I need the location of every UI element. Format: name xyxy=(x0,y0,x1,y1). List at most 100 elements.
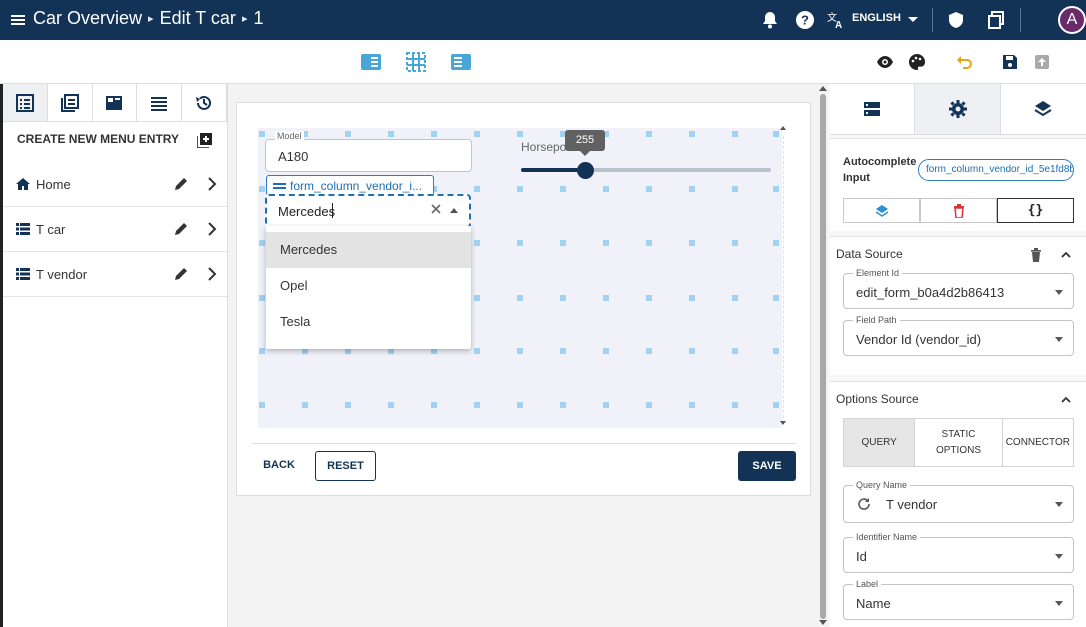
divider xyxy=(932,8,933,32)
chevron-right-icon[interactable] xyxy=(204,266,220,282)
tab-menu-list[interactable] xyxy=(3,84,48,121)
trash-icon[interactable] xyxy=(1030,248,1042,262)
breadcrumb-item[interactable]: Edit T car xyxy=(160,8,236,29)
option-mercedes[interactable]: Mercedes xyxy=(266,232,471,268)
grid-dot xyxy=(517,131,523,137)
grid-dot xyxy=(388,131,394,137)
identifier-name-select[interactable]: Identifier Name Id xyxy=(843,532,1074,573)
clear-icon[interactable] xyxy=(430,203,442,215)
component-chip[interactable]: form_column_vendor_i... xyxy=(266,175,434,196)
editor-scrollbar-thumb[interactable] xyxy=(820,94,826,619)
horsepower-slider-thumb[interactable] xyxy=(577,162,594,179)
label-select[interactable]: Label Name xyxy=(843,579,1074,620)
menu-item-t-vendor[interactable]: T vendor xyxy=(3,252,227,297)
field-path-select[interactable]: Field Path Vendor Id (vendor_id) xyxy=(843,315,1074,356)
menu-item-home[interactable]: Home xyxy=(3,162,227,207)
data-source-title: Data Source xyxy=(836,247,903,261)
save-icon[interactable] xyxy=(1001,53,1019,71)
save-button[interactable]: SAVE xyxy=(738,451,796,481)
shield-icon[interactable] xyxy=(946,10,966,30)
chevron-up-icon[interactable] xyxy=(1060,250,1072,258)
delete-component-button[interactable] xyxy=(920,198,997,223)
help-icon[interactable]: ? xyxy=(795,10,815,30)
reset-button[interactable]: RESET xyxy=(315,451,376,481)
sidebar-layout-icon[interactable] xyxy=(360,52,382,72)
dropdown-arrow-icon xyxy=(1055,290,1063,295)
copy-icon[interactable] xyxy=(986,10,1006,30)
eye-icon[interactable] xyxy=(876,53,894,71)
pencil-icon[interactable] xyxy=(173,266,189,282)
grid-dot xyxy=(646,131,652,137)
component-id-chip[interactable]: form_column_vendor_id_5e1fd8b xyxy=(918,159,1074,181)
form-actions-divider xyxy=(251,443,797,444)
tab-layers[interactable] xyxy=(1001,84,1086,134)
breadcrumb-item[interactable]: Car Overview xyxy=(33,8,142,29)
avatar[interactable]: A xyxy=(1058,6,1086,34)
model-field-label: Model xyxy=(275,131,304,141)
hamburger-icon[interactable] xyxy=(11,13,25,27)
refresh-icon[interactable] xyxy=(857,497,871,511)
breadcrumb: Car Overview ▸ Edit T car ▸ 1 xyxy=(33,8,263,29)
element-id-select[interactable]: Element Id edit_form_b0a4d2b86413 xyxy=(843,268,1074,309)
grid-dot xyxy=(560,186,566,192)
translate-icon[interactable]: 文A xyxy=(826,10,846,30)
scroll-up-icon[interactable] xyxy=(819,86,827,91)
palette-icon[interactable] xyxy=(908,53,926,71)
properties-tabs xyxy=(830,84,1086,135)
segment-static-options[interactable]: STATIC OPTIONS xyxy=(915,419,1003,466)
add-menu-entry-icon[interactable] xyxy=(197,133,212,148)
svg-text:?: ? xyxy=(801,13,809,28)
history-icon xyxy=(196,95,212,110)
dropdown-arrow-icon xyxy=(1055,601,1063,606)
segment-connector[interactable]: CONNECTOR xyxy=(1003,419,1073,466)
tab-pages[interactable] xyxy=(48,84,93,121)
menu-item-t-car[interactable]: T car xyxy=(3,207,227,252)
grid-dot xyxy=(259,240,265,246)
chevron-up-icon[interactable] xyxy=(1060,395,1072,403)
horsepower-value-tooltip: 255 xyxy=(565,130,605,151)
tab-layout[interactable] xyxy=(93,84,138,121)
panel-layout-icon[interactable] xyxy=(450,52,472,72)
left-panel-tabs xyxy=(3,84,227,122)
grid-dot xyxy=(474,240,480,246)
canvas-scrollbar[interactable] xyxy=(778,126,788,426)
pencil-icon[interactable] xyxy=(173,176,189,192)
chevron-up-icon[interactable] xyxy=(450,208,458,213)
segment-query[interactable]: QUERY xyxy=(844,419,916,466)
bell-icon[interactable] xyxy=(760,10,780,30)
undo-icon[interactable] xyxy=(956,53,974,71)
tab-settings[interactable] xyxy=(915,84,1001,134)
query-name-select[interactable]: Query Name T vendor xyxy=(843,480,1074,523)
scroll-up-icon[interactable] xyxy=(780,126,786,130)
element-id-value: edit_form_b0a4d2b86413 xyxy=(856,285,1005,300)
grid-icon[interactable] xyxy=(405,52,427,72)
grid-dot xyxy=(689,295,695,301)
code-view-button[interactable]: {} xyxy=(997,198,1074,223)
grid-dot xyxy=(259,131,265,137)
grid-dot xyxy=(732,402,738,408)
layers-icon xyxy=(875,204,888,217)
storage-icon xyxy=(864,102,881,116)
back-button[interactable]: BACK xyxy=(258,451,300,480)
select-parent-button[interactable] xyxy=(843,198,920,223)
grid-dot xyxy=(732,131,738,137)
tab-history[interactable] xyxy=(182,84,227,121)
chevron-right-icon[interactable] xyxy=(204,221,220,237)
scroll-down-icon[interactable] xyxy=(819,620,827,625)
scroll-down-icon[interactable] xyxy=(780,421,786,425)
option-tesla[interactable]: Tesla xyxy=(266,304,471,340)
grid-dot xyxy=(388,402,394,408)
grid-dot xyxy=(517,186,523,192)
grid-dot xyxy=(560,240,566,246)
chevron-right-icon[interactable] xyxy=(204,176,220,192)
grid-dot xyxy=(517,348,523,354)
language-selector[interactable]: ENGLISH xyxy=(852,12,901,24)
pencil-icon[interactable] xyxy=(173,221,189,237)
dropdown-arrow-icon xyxy=(1055,502,1063,507)
grid-dot xyxy=(560,348,566,354)
tab-lines[interactable] xyxy=(137,84,183,121)
tab-data[interactable] xyxy=(830,84,916,134)
option-opel[interactable]: Opel xyxy=(266,268,471,304)
chevron-down-icon[interactable] xyxy=(908,17,918,22)
label-field-label: Label xyxy=(853,579,882,589)
